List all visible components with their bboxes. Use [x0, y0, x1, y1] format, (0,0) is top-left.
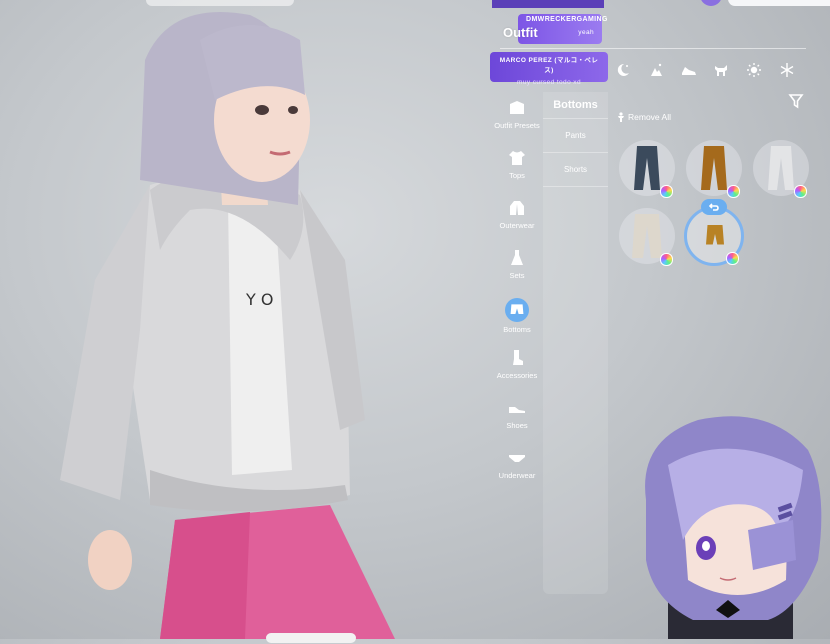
person-icon — [618, 112, 624, 122]
animal-icon[interactable] — [710, 59, 732, 81]
category-tops[interactable]: Tops — [491, 148, 543, 180]
category-label: Sets — [509, 271, 525, 280]
shorts-thumbnail — [706, 225, 724, 245]
remove-all-label: Remove All — [628, 112, 671, 122]
category-label: Underwear — [498, 471, 536, 480]
item-tan-pants[interactable] — [686, 140, 742, 198]
svg-text:Y O: Y O — [245, 290, 273, 309]
color-picker-icon[interactable] — [660, 253, 673, 266]
pants-thumbnail — [768, 146, 794, 190]
sparkle-night-icon[interactable] — [645, 59, 667, 81]
title-divider — [500, 48, 806, 49]
category-sets[interactable]: Sets — [491, 248, 543, 280]
subcategory-shorts[interactable]: Shorts — [543, 153, 608, 187]
item-cream-pants[interactable] — [619, 208, 675, 266]
sneaker-icon[interactable] — [678, 59, 700, 81]
hanger-icon — [507, 98, 527, 118]
pants-thumbnail — [632, 214, 662, 258]
chat-text: muy cursed todo xd — [517, 79, 581, 86]
category-label: Tops — [509, 171, 525, 180]
jacket-icon — [507, 198, 527, 218]
category-bottoms[interactable]: Bottoms — [491, 298, 543, 334]
sun-icon[interactable] — [743, 59, 765, 81]
subcategory-title: Bottoms — [553, 99, 598, 111]
color-picker-icon[interactable] — [660, 185, 673, 198]
color-picker-icon[interactable] — [727, 185, 740, 198]
snowflake-icon[interactable] — [776, 59, 798, 81]
category-label: Shoes — [506, 421, 528, 430]
item-denim-jeans[interactable] — [619, 140, 675, 198]
dress-icon — [507, 248, 527, 268]
panel-title: Outfit — [503, 25, 538, 40]
color-picker-icon[interactable] — [726, 252, 739, 265]
shorts-icon — [505, 298, 529, 322]
moon-star-icon[interactable] — [612, 59, 634, 81]
scene-top-bar — [146, 0, 294, 6]
chat-username: DMWRECKERGAMING — [526, 16, 608, 23]
undo-button[interactable] — [701, 199, 727, 215]
tshirt-icon — [507, 148, 527, 168]
category-accessories[interactable]: Accessories — [491, 348, 543, 380]
vtuber-avatar — [645, 416, 822, 639]
category-outfit-presets[interactable]: Outfit Presets — [491, 98, 543, 130]
subcategory-pants[interactable]: Pants — [543, 119, 608, 153]
pants-thumbnail — [701, 146, 727, 190]
category-outerwear[interactable]: Outerwear — [491, 198, 543, 230]
underwear-icon — [507, 448, 527, 468]
category-label: Outerwear — [499, 221, 535, 230]
subcategory-divider — [543, 111, 608, 119]
preset-toolbar — [606, 57, 804, 83]
category-label: Bottoms — [503, 325, 531, 334]
filter-icon[interactable] — [788, 93, 804, 109]
item-tan-shorts[interactable] — [684, 199, 744, 266]
category-underwear[interactable]: Underwear — [491, 448, 543, 480]
chat-username: MARCO PEREZ (マルコ・ペレス) — [499, 57, 599, 74]
chat-message: MARCO PEREZ (マルコ・ペレス) muy cursed todo xd — [490, 52, 608, 86]
confirm-button[interactable] — [266, 633, 356, 643]
sock-icon — [507, 348, 527, 368]
chat-bar — [492, 0, 604, 8]
color-picker-icon[interactable] — [794, 185, 807, 198]
category-shoes[interactable]: Shoes — [491, 398, 543, 430]
shoe-icon — [507, 398, 527, 418]
category-label: Outfit Presets — [494, 121, 540, 130]
subcategory-panel: Bottoms Pants Shorts — [543, 92, 608, 594]
item-white-pants[interactable] — [753, 140, 809, 198]
remove-all-button[interactable]: Remove All — [617, 112, 671, 122]
undo-icon — [709, 203, 719, 211]
search-bar[interactable] — [728, 0, 830, 6]
category-label: Accessories — [496, 371, 538, 380]
pants-thumbnail — [634, 146, 660, 190]
